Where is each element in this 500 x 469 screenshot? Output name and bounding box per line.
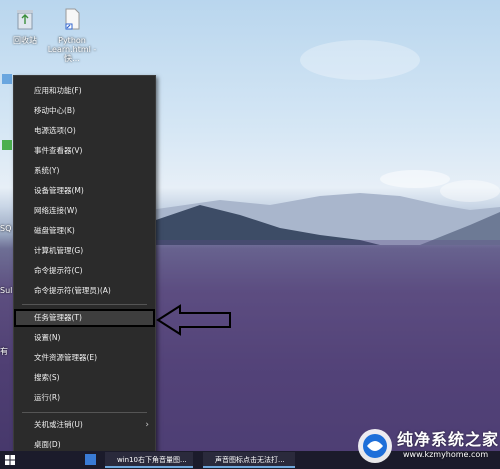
menu-item-disk-management[interactable]: 磁盘管理(K) <box>14 222 155 240</box>
app-icon[interactable] <box>2 140 12 150</box>
menu-item-computer-management[interactable]: 计算机管理(G) <box>14 242 155 260</box>
menu-item-shutdown-or-signout[interactable]: 关机或注销(U) › <box>14 416 155 434</box>
menu-item-command-prompt[interactable]: 命令提示符(C) <box>14 262 155 280</box>
desktop-icon-label: 回收站 <box>13 36 37 45</box>
menu-item-task-manager[interactable]: 任务管理器(T) <box>14 309 155 327</box>
watermark-title: 纯净系统之家 <box>397 430 500 449</box>
menu-item-mobility-center[interactable]: 移动中心(B) <box>14 102 155 120</box>
desktop-label-clip: SQ <box>0 224 12 233</box>
menu-item-power-options[interactable]: 电源选项(O) <box>14 122 155 140</box>
desktop-label-clip: 有 <box>0 347 8 356</box>
menu-item-system[interactable]: 系统(Y) <box>14 162 155 180</box>
annotation-arrow-icon <box>156 304 231 336</box>
recycle-bin-icon <box>17 10 33 30</box>
winx-context-menu: 应用和功能(F) 移动中心(B) 电源选项(O) 事件查看器(V) 系统(Y) … <box>13 75 156 455</box>
menu-item-run[interactable]: 运行(R) <box>14 389 155 407</box>
desktop-icon-recycle-bin[interactable]: 回收站 <box>0 6 50 45</box>
folder-icon[interactable] <box>2 74 12 84</box>
taskbar-item-window-2[interactable]: 声音图标点击无法打... <box>203 452 295 468</box>
menu-item-settings[interactable]: 设置(N) <box>14 329 155 347</box>
menu-item-file-explorer[interactable]: 文件资源管理器(E) <box>14 349 155 367</box>
menu-item-search[interactable]: 搜索(S) <box>14 369 155 387</box>
menu-item-event-viewer[interactable]: 事件查看器(V) <box>14 142 155 160</box>
desktop-icon-label: Python Learn.html - 快... <box>47 36 97 63</box>
desktop-icon-python-learn[interactable]: Python Learn.html - 快... <box>47 6 97 63</box>
menu-item-network-connections[interactable]: 网络连接(W) <box>14 202 155 220</box>
desktop-label-clip: Sul <box>0 286 13 295</box>
windows-start-icon[interactable] <box>5 455 15 465</box>
menu-item-device-manager[interactable]: 设备管理器(M) <box>14 182 155 200</box>
menu-item-command-prompt-admin[interactable]: 命令提示符(管理员)(A) <box>14 282 155 300</box>
menu-separator <box>22 304 147 305</box>
taskbar-item-window-1[interactable]: win10右下角音量图... <box>105 452 193 468</box>
chevron-right-icon: › <box>145 420 149 430</box>
site-watermark: 纯净系统之家 www.kzmyhome.com <box>355 423 500 469</box>
watermark-url: www.kzmyhome.com <box>403 450 489 459</box>
watermark-logo-icon <box>358 429 392 463</box>
menu-item-label: 关机或注销(U) <box>34 420 83 429</box>
file-shortcut-icon <box>65 8 80 30</box>
store-icon[interactable] <box>85 454 96 465</box>
menu-separator <box>22 412 147 413</box>
menu-item-apps-and-features[interactable]: 应用和功能(F) <box>14 82 155 100</box>
